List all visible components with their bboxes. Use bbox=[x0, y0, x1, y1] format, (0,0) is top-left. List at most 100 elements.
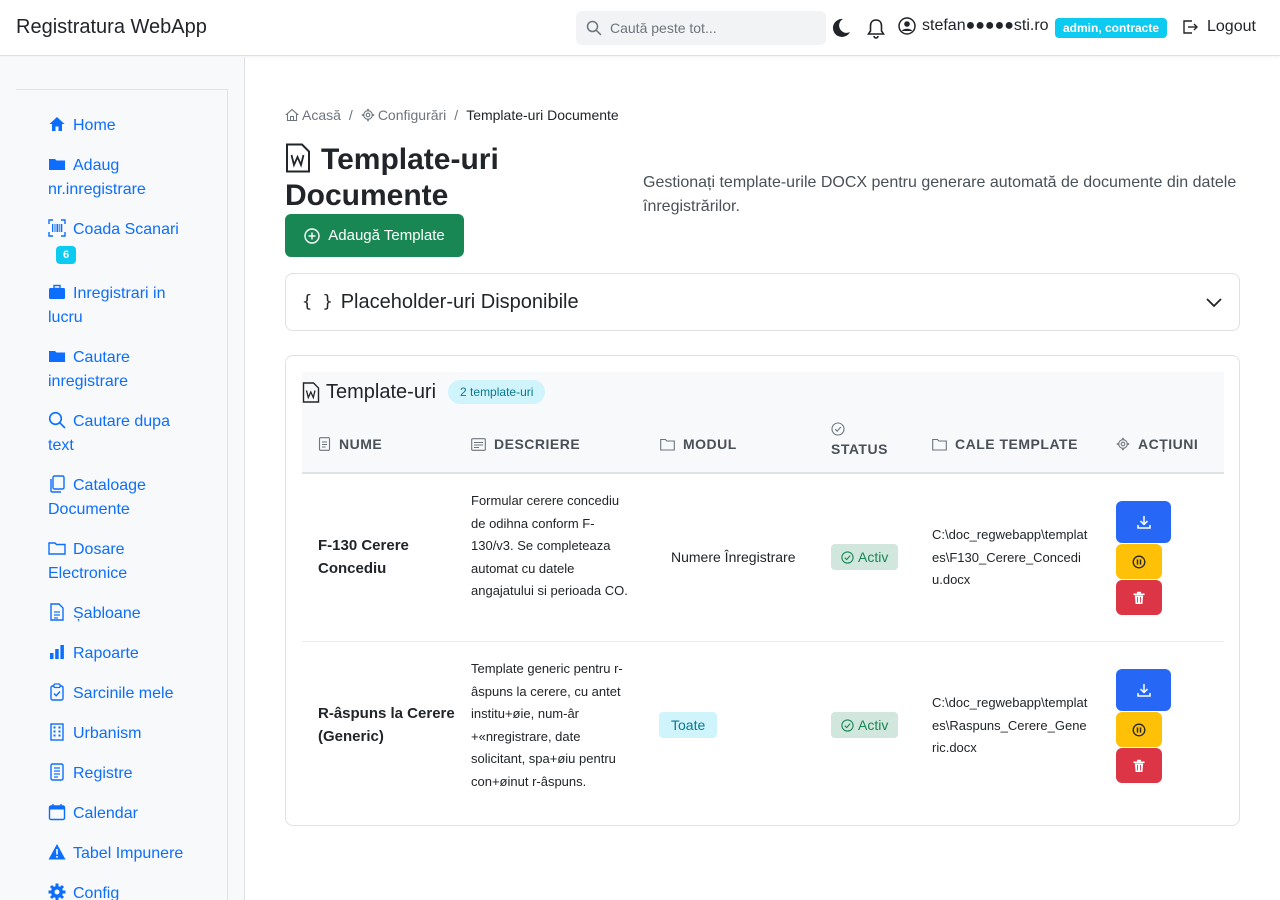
sidebar-item-adaug[interactable]: Adaug nr.inregistrare bbox=[16, 154, 227, 202]
status-badge: Activ bbox=[831, 712, 899, 738]
table-header: NUME DESCRIERE MODUL STATUS CALE TEMPLAT… bbox=[302, 412, 1224, 474]
sidebar: Home Adaug nr.inregistrare Coada Scanari… bbox=[16, 89, 228, 900]
column-header-label: CALE TEMPLATE bbox=[955, 436, 1078, 452]
person-circle-icon bbox=[898, 17, 916, 35]
barcode-icon bbox=[48, 219, 66, 237]
breadcrumb: Acasă / Configurări / Template-uri Docum… bbox=[285, 107, 619, 123]
house-outline-icon bbox=[285, 108, 299, 122]
folder-outline-icon bbox=[48, 542, 66, 555]
sidebar-item-inregistrari-lucru[interactable]: Inregistrari in lucru bbox=[16, 282, 227, 330]
status-label: Activ bbox=[858, 717, 889, 733]
moon-icon[interactable] bbox=[830, 17, 852, 39]
bell-icon[interactable] bbox=[865, 17, 887, 39]
bar-chart-icon bbox=[50, 645, 64, 659]
sidebar-item-label: Rapoarte bbox=[73, 645, 139, 662]
sidebar-item-tabel-impunere[interactable]: Tabel Impunere bbox=[16, 842, 227, 866]
sidebar-item-cataloage[interactable]: Cataloage Documente bbox=[16, 474, 227, 522]
sidebar-item-home[interactable]: Home bbox=[16, 114, 227, 138]
file-word-icon bbox=[286, 143, 310, 173]
column-header-modul[interactable]: MODUL bbox=[660, 436, 737, 452]
column-header-actiuni[interactable]: ACȚIUNI bbox=[1116, 436, 1198, 452]
sidebar-item-label: Calendar bbox=[73, 805, 138, 822]
pause-circle-icon bbox=[1132, 555, 1146, 568]
pause-circle-icon bbox=[1132, 723, 1146, 736]
page-title: Template-uri Documente bbox=[285, 142, 585, 214]
placeholders-accordion[interactable]: { } Placeholder-uri Disponibile bbox=[285, 273, 1240, 331]
breadcrumb-home-label: Acasă bbox=[302, 107, 341, 123]
sidebar-item-urbanism[interactable]: Urbanism bbox=[16, 722, 227, 746]
column-header-label: MODUL bbox=[683, 436, 737, 452]
building-icon bbox=[50, 723, 64, 741]
logout-icon bbox=[1183, 20, 1198, 34]
pause-button[interactable] bbox=[1116, 544, 1162, 579]
download-button[interactable] bbox=[1116, 501, 1171, 543]
page-subtitle: Gestionați template-urile DOCX pentru ge… bbox=[643, 174, 1237, 215]
template-module: Numere Înregistrare bbox=[671, 549, 796, 565]
template-name: R-âspuns la Cerere (Generic) bbox=[318, 705, 455, 745]
template-path: C:\doc_regwebapp\templates\F130_Cerere_C… bbox=[932, 527, 1088, 587]
chevron-down-icon[interactable] bbox=[1205, 293, 1223, 311]
sidebar-item-cautare-text[interactable]: Cautare dupa text bbox=[16, 410, 227, 458]
gear-outline-icon bbox=[361, 108, 375, 122]
breadcrumb-separator: / bbox=[454, 107, 459, 123]
sidebar-item-cautare-inregistrare[interactable]: Cautare inregistrare bbox=[16, 346, 227, 394]
delete-button[interactable] bbox=[1116, 580, 1162, 615]
column-header-nume[interactable]: NUME bbox=[318, 436, 382, 452]
pause-button[interactable] bbox=[1116, 712, 1162, 747]
folder-outline-icon bbox=[932, 438, 947, 451]
role-badge: admin, contracte bbox=[1055, 18, 1168, 38]
column-header-descriere[interactable]: DESCRIERE bbox=[471, 436, 580, 452]
user-menu[interactable]: stefan●●●●●sti.ro bbox=[898, 17, 1049, 35]
sidebar-item-dosare[interactable]: Dosare Electronice bbox=[16, 538, 227, 586]
delete-button[interactable] bbox=[1116, 748, 1162, 783]
calendar-icon bbox=[48, 804, 66, 821]
sidebar-item-sarcini[interactable]: Sarcinile mele bbox=[16, 682, 227, 706]
column-header-status[interactable]: STATUS bbox=[831, 422, 888, 457]
clipboard-check-icon bbox=[50, 683, 64, 701]
sidebar-item-label: Cautare dupa text bbox=[48, 413, 170, 454]
add-template-button[interactable]: Adaugă Template bbox=[285, 214, 464, 257]
logout-label: Logout bbox=[1207, 18, 1256, 35]
page-title-text: Template-uri Documente bbox=[285, 143, 499, 212]
sidebar-item-registre[interactable]: Registre bbox=[16, 762, 227, 786]
sidebar-item-sabloane[interactable]: Șabloane bbox=[16, 602, 227, 626]
folder-icon bbox=[49, 159, 65, 170]
breadcrumb-separator: / bbox=[348, 107, 353, 123]
table-row: F-130 Cerere Concediu Formular cerere co… bbox=[302, 476, 1224, 642]
download-icon bbox=[1136, 684, 1151, 697]
briefcase-icon bbox=[49, 284, 65, 299]
search-icon bbox=[48, 411, 66, 429]
sidebar-item-calendar[interactable]: Calendar bbox=[16, 802, 227, 826]
table-row: R-âspuns la Cerere (Generic) Template ge… bbox=[302, 644, 1224, 810]
column-header-cale[interactable]: CALE TEMPLATE bbox=[932, 436, 1078, 452]
breadcrumb-home[interactable]: Acasă bbox=[285, 107, 341, 123]
add-template-label: Adaugă Template bbox=[328, 227, 445, 244]
file-text-icon bbox=[50, 603, 64, 621]
breadcrumb-config-label: Configurări bbox=[377, 107, 447, 123]
logout-link[interactable]: Logout bbox=[1182, 18, 1256, 36]
global-search[interactable] bbox=[576, 11, 826, 45]
column-header-label: ACȚIUNI bbox=[1138, 436, 1199, 452]
sidebar-item-coada-scanari[interactable]: Coada Scanari 6 bbox=[16, 218, 227, 266]
download-button[interactable] bbox=[1116, 669, 1171, 711]
folder-icon bbox=[49, 351, 65, 362]
search-input[interactable] bbox=[610, 20, 810, 36]
sidebar-item-label: Home bbox=[73, 117, 116, 134]
plus-circle-icon bbox=[304, 227, 320, 244]
sidebar-item-config[interactable]: Config bbox=[16, 882, 227, 900]
scan-queue-badge: 6 bbox=[56, 246, 77, 264]
sidebar-item-rapoarte[interactable]: Rapoarte bbox=[16, 642, 227, 666]
download-icon bbox=[1136, 516, 1151, 529]
gear-outline-icon bbox=[1116, 437, 1130, 451]
column-header-label: DESCRIERE bbox=[494, 436, 581, 452]
check-circle-icon bbox=[841, 550, 854, 564]
templates-title: Template-uri bbox=[326, 380, 437, 403]
template-description: Template generic pentru r-âspuns la cere… bbox=[471, 661, 623, 789]
trash-icon bbox=[1133, 759, 1145, 772]
app-brand[interactable]: Registratura WebApp bbox=[16, 16, 207, 39]
status-badge: Activ bbox=[831, 544, 899, 570]
sidebar-item-label: Sarcinile mele bbox=[73, 685, 174, 702]
breadcrumb-config[interactable]: Configurări bbox=[361, 107, 446, 123]
search-icon bbox=[586, 20, 602, 36]
file-text-icon bbox=[318, 437, 331, 451]
